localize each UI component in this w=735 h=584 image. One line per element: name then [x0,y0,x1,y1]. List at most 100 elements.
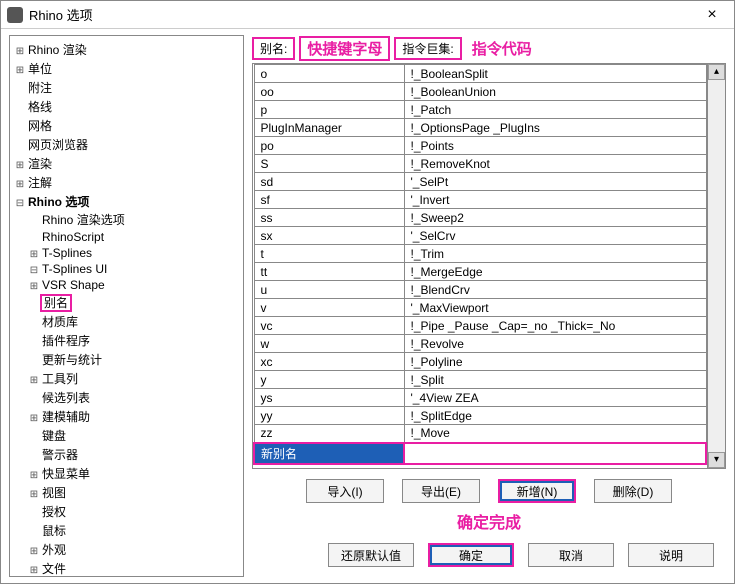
expand-icon[interactable]: ⊞ [28,249,40,260]
alias-cell[interactable]: t [254,245,404,263]
tree-item-label[interactable]: 外观 [40,543,68,557]
tree-item[interactable]: ⊟Rhino 选项Rhino 渲染选项RhinoScript⊞T-Splines… [14,192,241,577]
expand-icon[interactable]: ⊞ [28,489,40,500]
tree-item[interactable]: ⊞渲染 [14,154,241,173]
tree-item-label[interactable]: Rhino 选项 [26,195,91,209]
tree-item[interactable]: 附注 [14,78,241,97]
tree-item[interactable]: 授权 [28,502,241,521]
tree-item[interactable]: ⊞视图 [28,483,241,502]
delete-button[interactable]: 删除(D) [594,479,672,503]
grid-scrollbar[interactable]: ▴ ▾ [707,64,725,468]
tree-item-label[interactable]: 网格 [26,119,54,133]
cancel-button[interactable]: 取消 [528,543,614,567]
tree-item-label[interactable]: 工具列 [40,372,80,386]
new-alias-cell[interactable]: 新别名 [254,443,404,464]
tree-item[interactable]: ⊞Rhino 渲染 [14,40,241,59]
alias-cell[interactable]: ss [254,209,404,227]
tree-item-label[interactable]: 材质库 [40,315,80,329]
table-row[interactable]: vc!_Pipe _Pause _Cap=_no _Thick=_No [254,317,706,335]
tree-item[interactable]: Rhino 渲染选项 [28,210,241,229]
macro-cell[interactable]: !_Sweep2 [404,209,706,227]
alias-cell[interactable]: po [254,137,404,155]
tree-item-label[interactable]: 附注 [26,81,54,95]
table-row[interactable]: yy!_SplitEdge [254,407,706,425]
table-row[interactable]: sd'_SelPt [254,173,706,191]
tree-item-label[interactable]: 注解 [26,176,54,190]
macro-cell[interactable]: !_Pipe _Pause _Cap=_no _Thick=_No [404,317,706,335]
tree-item[interactable]: ⊞VSR Shape [28,277,241,293]
tree-item-label[interactable]: 快显菜单 [40,467,92,481]
macro-cell[interactable]: !_Revolve [404,335,706,353]
expand-icon[interactable]: ⊞ [14,179,26,190]
table-row[interactable]: oo!_BooleanUnion [254,83,706,101]
tree-item-label[interactable]: 网页浏览器 [26,138,90,152]
collapse-icon[interactable]: ⊟ [28,265,40,276]
tree-item[interactable]: 网格 [14,116,241,135]
table-row[interactable]: PlugInManager!_OptionsPage _PlugIns [254,119,706,137]
tree-item[interactable]: ⊞建模辅助 [28,407,241,426]
tree-item-label[interactable]: 插件程序 [40,334,92,348]
tree-item-label[interactable]: Rhino 渲染 [26,43,89,57]
alias-cell[interactable]: u [254,281,404,299]
table-row[interactable]: sf'_Invert [254,191,706,209]
tree-item[interactable]: 材质库 [28,312,241,331]
close-icon[interactable]: × [696,4,728,26]
macro-cell[interactable]: '_SelPt [404,173,706,191]
alias-cell[interactable]: oo [254,83,404,101]
tree-item[interactable]: 更新与统计 [28,350,241,369]
table-row[interactable]: sx'_SelCrv [254,227,706,245]
tree-item[interactable]: 网页浏览器 [14,135,241,154]
scroll-up-icon[interactable]: ▴ [708,64,725,80]
tree-item[interactable]: ⊟T-Splines UI [28,261,241,277]
new-button[interactable]: 新增(N) [498,479,576,503]
alias-cell[interactable]: tt [254,263,404,281]
tree-item[interactable]: 格线 [14,97,241,116]
alias-cell[interactable]: y [254,371,404,389]
tree-item-label[interactable]: RhinoScript [40,230,106,244]
import-button[interactable]: 导入(I) [306,479,384,503]
tree-item-label[interactable]: 鼠标 [40,524,68,538]
alias-cell[interactable]: o [254,65,404,83]
alias-cell[interactable]: vc [254,317,404,335]
alias-cell[interactable]: xc [254,353,404,371]
tree-item-label[interactable]: 候选列表 [40,391,92,405]
tree-item-label[interactable]: VSR Shape [40,278,107,292]
new-alias-row[interactable]: 新别名 [254,443,706,464]
tree-item-label[interactable]: T-Splines [40,246,94,260]
scroll-down-icon[interactable]: ▾ [708,452,725,468]
macro-cell[interactable]: !_Trim [404,245,706,263]
tree-item-label[interactable]: 键盘 [40,429,68,443]
table-row[interactable]: w!_Revolve [254,335,706,353]
macro-cell[interactable]: !_SplitEdge [404,407,706,425]
alias-cell[interactable]: sx [254,227,404,245]
table-row[interactable]: u!_BlendCrv [254,281,706,299]
macro-cell[interactable]: !_RemoveKnot [404,155,706,173]
macro-cell[interactable]: '_Invert [404,191,706,209]
table-row[interactable]: S!_RemoveKnot [254,155,706,173]
tree-item-label[interactable]: 建模辅助 [40,410,92,424]
table-row[interactable]: o!_BooleanSplit [254,65,706,83]
tree-item[interactable]: 键盘 [28,426,241,445]
tree-item-label[interactable]: 文件 [40,562,68,576]
macro-cell[interactable]: !_Split [404,371,706,389]
alias-cell[interactable]: w [254,335,404,353]
tree-item[interactable]: 警示器 [28,445,241,464]
tree-item[interactable]: ⊞工具列 [28,369,241,388]
macro-cell[interactable]: !_Polyline [404,353,706,371]
expand-icon[interactable]: ⊞ [28,281,40,292]
tree-item-label[interactable]: 警示器 [40,448,80,462]
table-row[interactable]: v'_MaxViewport [254,299,706,317]
macro-cell[interactable]: '_SelCrv [404,227,706,245]
macro-cell[interactable]: !_Points [404,137,706,155]
tree-item[interactable]: ⊞注解 [14,173,241,192]
tree-item[interactable]: 插件程序 [28,331,241,350]
alias-cell[interactable]: sd [254,173,404,191]
macro-cell[interactable]: !_Patch [404,101,706,119]
expand-icon[interactable]: ⊞ [28,413,40,424]
tree-item-label[interactable]: Rhino 渲染选项 [40,213,127,227]
expand-icon[interactable]: ⊞ [14,65,26,76]
macro-cell[interactable]: !_MergeEdge [404,263,706,281]
table-row[interactable]: p!_Patch [254,101,706,119]
new-macro-cell[interactable] [404,443,706,464]
alias-cell[interactable]: S [254,155,404,173]
